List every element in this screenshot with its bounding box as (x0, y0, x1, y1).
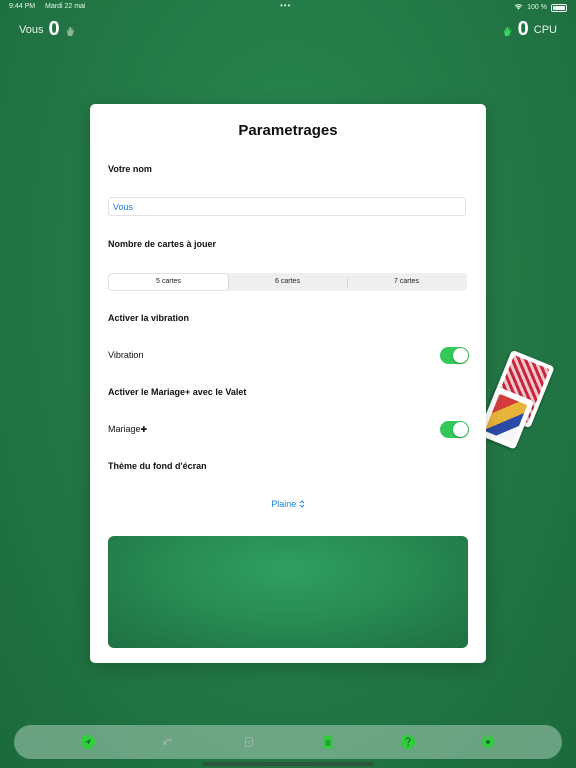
cpu-score-value: 0 (517, 18, 529, 40)
player-name-input[interactable] (108, 197, 466, 216)
card-option-5[interactable]: 5 cartes (109, 274, 228, 290)
card-deck[interactable] (477, 349, 574, 452)
status-date: Mardi 22 mai (45, 3, 86, 10)
vibration-section-label: Activer la vibration (108, 313, 190, 323)
mariage-label: Mariage✚ (108, 424, 147, 434)
theme-picker-value: Plaine (271, 499, 297, 509)
chevron-updown-icon (299, 499, 305, 509)
hand-icon-inactive (65, 24, 76, 36)
battery-percent: 100 % (527, 4, 547, 11)
multitask-dots[interactable]: ••• (280, 1, 291, 10)
player-score-value: 0 (48, 18, 60, 40)
battery-icon (551, 3, 567, 12)
cards-section-label: Nombre de cartes à jouer (108, 239, 217, 249)
cpu-name: CPU (533, 23, 557, 36)
hand-icon-active (502, 24, 513, 36)
card-option-7[interactable]: 7 cartes (347, 274, 466, 290)
theme-section-label: Thème du fond d'écran (108, 461, 207, 471)
settings-title: Parametrages (238, 122, 338, 139)
name-section-label: Votre nom (108, 164, 152, 174)
undo-icon[interactable] (160, 734, 176, 750)
player-name: Vous (19, 23, 44, 36)
status-time: 9:44 PM (9, 3, 36, 10)
plus-icon: ✚ (140, 425, 148, 434)
list-icon[interactable] (241, 734, 257, 750)
status-bar: 9:44 PM Mardi 22 mai ••• 100 % (0, 0, 576, 14)
theme-picker[interactable]: Plaine (90, 499, 486, 509)
gear-icon[interactable] (480, 734, 496, 750)
send-icon[interactable] (80, 734, 96, 750)
help-icon[interactable] (400, 734, 416, 750)
theme-preview (108, 536, 468, 648)
player-score: Vous 0 (19, 18, 76, 41)
settings-dialog: Parametrages Votre nom Nombre de cartes … (90, 104, 486, 663)
vibration-toggle[interactable] (440, 347, 469, 364)
home-indicator[interactable] (203, 762, 373, 766)
card-count-segmented: 5 cartes 6 cartes 7 cartes (108, 273, 467, 291)
card-option-6[interactable]: 6 cartes (228, 274, 347, 290)
mariage-section-label: Activer le Mariage+ avec le Valet (108, 387, 247, 397)
wifi-icon (514, 3, 523, 12)
bottom-toolbar (14, 725, 562, 759)
mariage-toggle[interactable] (440, 421, 469, 438)
vibration-label: Vibration (108, 350, 144, 360)
cpu-score: 0 CPU (502, 18, 557, 41)
mariage-label-text: Mariage (108, 424, 141, 434)
document-icon[interactable] (320, 734, 336, 750)
